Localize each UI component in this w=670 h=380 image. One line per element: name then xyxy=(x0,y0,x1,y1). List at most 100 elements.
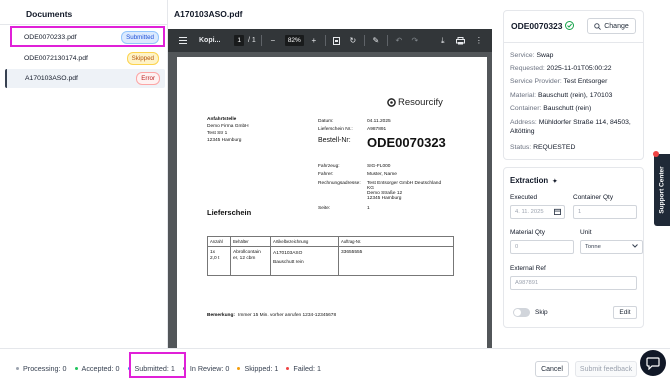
remark-text: Immer 15 Min. vorher anrufen 1234-123456… xyxy=(238,313,337,318)
resourcify-logo: Resourcify xyxy=(387,97,443,108)
status-badge: Skipped xyxy=(126,52,159,65)
print-icon[interactable] xyxy=(455,35,467,47)
fahrzeug-label: Fahrzeug: xyxy=(318,164,340,169)
order-id: ODE0070323 xyxy=(511,21,563,31)
change-button[interactable]: Change xyxy=(587,18,636,34)
material-qty-input[interactable]: 0 xyxy=(510,240,574,254)
skip-toggle[interactable] xyxy=(513,308,530,317)
chat-icon xyxy=(646,356,660,370)
more-icon[interactable]: ⋮ xyxy=(473,35,485,47)
fahrzeug-value: SIG-FL000 xyxy=(367,164,391,169)
table-divider xyxy=(270,237,271,275)
menu-icon[interactable] xyxy=(177,35,189,47)
document-item[interactable]: ODE0070233.pdf Submitted xyxy=(6,28,164,47)
support-center-tab[interactable]: Support Center xyxy=(654,154,670,226)
document-item[interactable]: ODE0072130174.pdf Skipped xyxy=(6,49,164,68)
zoom-input[interactable]: 82% xyxy=(284,35,304,46)
pdf-filename: Kopi... xyxy=(199,37,221,44)
cancel-button[interactable]: Cancel xyxy=(535,361,569,377)
status-text: Submitted: 1 xyxy=(134,364,175,373)
divider xyxy=(0,348,670,349)
extraction-title: Extraction ✦ xyxy=(510,176,557,185)
zoom-out-icon[interactable]: − xyxy=(267,35,279,47)
fit-page-icon[interactable] xyxy=(331,35,343,47)
table-divider xyxy=(208,246,453,247)
divider xyxy=(0,24,168,25)
edit-button[interactable]: Edit xyxy=(613,306,637,319)
document-name: ODE0070233.pdf xyxy=(24,34,77,41)
redo-icon[interactable]: ↷ xyxy=(409,35,421,47)
table-cell: 1x 2,0 t xyxy=(210,250,220,261)
external-ref-input[interactable]: A987891 xyxy=(510,276,637,290)
field-key: Status: xyxy=(510,144,532,151)
external-ref-label: External Ref xyxy=(510,265,546,272)
support-center-label: Support Center xyxy=(658,166,666,214)
page-number-input[interactable]: 1 xyxy=(234,35,245,46)
page-total: / 1 xyxy=(248,37,256,44)
resourcify-logo-icon xyxy=(387,98,396,107)
pdf-page: Resourcify Anfahrtstelle Demo Firma GmbH… xyxy=(177,57,487,348)
undo-icon[interactable]: ↶ xyxy=(393,35,405,47)
order-detail-card: ODE0070323 Change Service: Swap Requeste… xyxy=(503,10,644,160)
document-name: A170103ASO.pdf xyxy=(25,75,78,82)
status-text: Failed: 1 xyxy=(293,364,321,373)
extraction-card: Extraction ✦ Executed 4. 11. 2025 Contai… xyxy=(503,167,644,328)
divider xyxy=(260,35,262,46)
pdf-toolbar: Kopi... 1 / 1 − 82% + ↻ ✎ ↶ ↷ ⤓ ⋮ xyxy=(168,29,492,52)
document-item[interactable]: A170103ASO.pdf Error xyxy=(5,69,165,88)
status-badge: Submitted xyxy=(121,31,159,44)
field-value: Swap xyxy=(536,52,554,59)
chat-button[interactable] xyxy=(640,350,666,376)
documents-panel: Documents ODE0070233.pdf Submitted ODE00… xyxy=(0,0,168,348)
rechnung-line: Test Entsorger GmbH Deutschland xyxy=(367,181,442,186)
divider xyxy=(386,35,388,46)
sender-line: Test Str 1 xyxy=(207,131,228,136)
logo-text: Resourcify xyxy=(398,97,443,108)
search-icon xyxy=(594,22,602,30)
status-processing: Processing: 0 xyxy=(16,364,67,373)
status-accepted: Accepted: 0 xyxy=(74,364,120,373)
detail-field: Requested: 2025-11-01T05:00:22 xyxy=(510,64,642,73)
divider xyxy=(504,42,643,43)
detail-field: Material: Bauschutt (rein), 170103 xyxy=(510,91,642,100)
field-value: Bauschutt (rein), 170103 xyxy=(537,92,613,99)
status-text: Processing: 0 xyxy=(23,364,67,373)
table-cell: A170103ASO Bauschutt rein xyxy=(273,251,304,265)
sparkle-icon: ✦ xyxy=(552,179,558,185)
table-header: Behälter xyxy=(233,239,249,244)
field-key: Service Provider: xyxy=(510,78,562,85)
container-qty-label: Container Qty xyxy=(573,194,614,201)
status-submitted: Submitted: 1 xyxy=(127,364,175,373)
status-in-review: In Review: 0 xyxy=(182,364,230,373)
status-dot xyxy=(74,367,78,370)
detail-field: Status: REQUESTED xyxy=(510,143,642,152)
sender-line: Demo Firma GmbH xyxy=(207,124,249,129)
rotate-icon[interactable]: ↻ xyxy=(347,35,359,47)
status-dot xyxy=(127,367,131,370)
extraction-title-text: Extraction xyxy=(510,176,549,185)
skip-label: Skip xyxy=(535,309,548,316)
status-dot xyxy=(182,367,186,370)
viewer-title: A170103ASO.pdf xyxy=(174,9,243,19)
liefer-value: A987891 xyxy=(367,127,387,132)
bestell-value: ODE0070323 xyxy=(367,135,446,150)
download-icon[interactable]: ⤓ xyxy=(437,35,449,47)
submit-feedback-button[interactable]: Submit feedback xyxy=(575,361,637,377)
status-text: In Review: 0 xyxy=(189,364,230,373)
table-cell: 33655555 xyxy=(341,250,363,255)
calendar-icon xyxy=(554,208,561,217)
status-skipped: Skipped: 1 xyxy=(237,364,278,373)
annotate-icon[interactable]: ✎ xyxy=(370,35,382,47)
divider xyxy=(324,35,326,46)
zoom-in-icon[interactable]: + xyxy=(308,35,320,47)
remark-label: Bemerkung: xyxy=(207,313,235,318)
executed-date-input[interactable]: 4. 11. 2025 xyxy=(510,205,565,219)
seite-label: Seite: xyxy=(318,206,331,211)
field-value: Bauschutt (rein) xyxy=(543,105,592,112)
check-circle-icon xyxy=(565,21,574,30)
field-key: Container: xyxy=(510,105,542,112)
unit-select[interactable]: Tonne xyxy=(580,240,643,254)
fahrer-value: Muster, Name xyxy=(367,172,397,177)
container-qty-input[interactable]: 1 xyxy=(573,205,637,219)
rechnung-line: 12345 Hamburg xyxy=(367,196,402,201)
